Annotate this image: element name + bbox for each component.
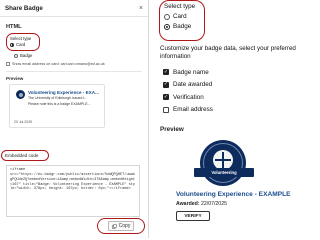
radio-badge-label-large: Badge bbox=[173, 23, 192, 30]
badge-settings-zoom: Select type Card Badge Customize your ba… bbox=[156, 0, 315, 238]
close-icon[interactable]: × bbox=[139, 5, 143, 12]
option-label: Date awarded bbox=[173, 81, 213, 89]
badge-preview-title[interactable]: Volunteering Experience - EXAMPLE bbox=[176, 191, 291, 198]
radio-badge-control-large[interactable] bbox=[164, 23, 170, 30]
option-label: Badge name bbox=[173, 68, 209, 76]
verify-button[interactable]: VERIFY bbox=[176, 211, 210, 221]
badge-data-options: ✓ Badge name ✓ Date awarded ✓ Verificati… bbox=[163, 66, 213, 116]
select-type-group-highlight-large: Select type Card Badge bbox=[159, 0, 205, 41]
option-email-address[interactable]: Email address bbox=[163, 104, 213, 117]
embedded-code-textarea[interactable]: <iframe src="https://eu.badgr.com/public… bbox=[6, 165, 140, 217]
copy-button-highlight: Copy bbox=[97, 218, 145, 234]
awarded-label: Awarded: bbox=[176, 201, 200, 207]
awarded-date: 22/07/2025 bbox=[201, 201, 227, 207]
radio-badge[interactable]: Badge bbox=[14, 53, 142, 58]
email-address-checkbox[interactable] bbox=[163, 106, 169, 113]
option-label: Email address bbox=[173, 106, 213, 114]
option-date-awarded[interactable]: ✓ Date awarded bbox=[163, 79, 213, 92]
radio-card-control-large[interactable] bbox=[164, 13, 170, 20]
awarded-row: Awarded: 22/07/2025 bbox=[176, 201, 227, 207]
select-type-label-large: Select type bbox=[164, 3, 196, 10]
copy-icon bbox=[111, 223, 117, 229]
radio-card-large[interactable]: Card bbox=[164, 13, 204, 20]
preview-card-date: 20 Jul 2025 bbox=[14, 120, 33, 124]
preview-card-issuer: The University of Edinburgh issued t... bbox=[28, 96, 88, 100]
customize-instructions: Customize your badge data, select your p… bbox=[160, 45, 296, 61]
preview-label-large: Preview bbox=[160, 126, 184, 133]
copy-label: Copy bbox=[118, 223, 131, 229]
dialog-title: Share Badge bbox=[5, 4, 43, 12]
radio-card-label: Card bbox=[16, 42, 26, 47]
radio-card-label-large: Card bbox=[173, 13, 187, 20]
copy-button[interactable]: Copy bbox=[107, 221, 135, 231]
radio-badge-large[interactable]: Badge bbox=[164, 23, 204, 30]
divider bbox=[6, 71, 142, 72]
option-badge-name[interactable]: ✓ Badge name bbox=[163, 66, 213, 79]
show-email-label: Show email address on card: cari.cari.ro… bbox=[12, 62, 105, 66]
preview-card: Volunteering Experience - EXA... The Uni… bbox=[9, 84, 105, 128]
verification-checkbox[interactable]: ✓ bbox=[163, 94, 169, 101]
embedded-code-label: Embedded code bbox=[5, 153, 39, 158]
radio-card[interactable]: Card bbox=[10, 42, 37, 47]
date-awarded-checkbox[interactable]: ✓ bbox=[163, 81, 169, 88]
university-logo-icon bbox=[16, 90, 25, 99]
show-email-checkbox[interactable] bbox=[6, 62, 10, 66]
radio-badge-control[interactable] bbox=[14, 53, 18, 58]
badge-ribbon: Volunteering bbox=[194, 168, 254, 177]
radio-badge-label: Badge bbox=[20, 53, 33, 58]
preview-label: Preview bbox=[6, 76, 24, 81]
select-type-label: Select type bbox=[10, 36, 32, 41]
option-verification[interactable]: ✓ Verification bbox=[163, 91, 213, 104]
preview-card-title[interactable]: Volunteering Experience - EXA... bbox=[28, 90, 99, 95]
badge-name-checkbox[interactable]: ✓ bbox=[163, 69, 169, 76]
badge-seal-icon bbox=[200, 140, 246, 186]
preview-card-note: Please note this is a badge EXAMPLE... bbox=[28, 102, 91, 106]
show-email-checkbox-row[interactable]: Show email address on card: cari.cari.ro… bbox=[6, 62, 142, 66]
share-badge-dialog: Share Badge × HTML Select type Card Badg… bbox=[0, 0, 149, 238]
radio-card-control[interactable] bbox=[10, 42, 14, 47]
section-heading-html: HTML bbox=[6, 24, 22, 30]
dialog-header: Share Badge × bbox=[0, 0, 148, 17]
dialog-body: HTML Select type Card Badge Show email a… bbox=[0, 17, 148, 128]
seal-cross-horizontal bbox=[215, 159, 231, 161]
select-type-group-highlight: Select type Card bbox=[6, 33, 40, 51]
option-label: Verification bbox=[173, 93, 204, 101]
embedded-code-label-highlight: Embedded code bbox=[1, 150, 49, 161]
